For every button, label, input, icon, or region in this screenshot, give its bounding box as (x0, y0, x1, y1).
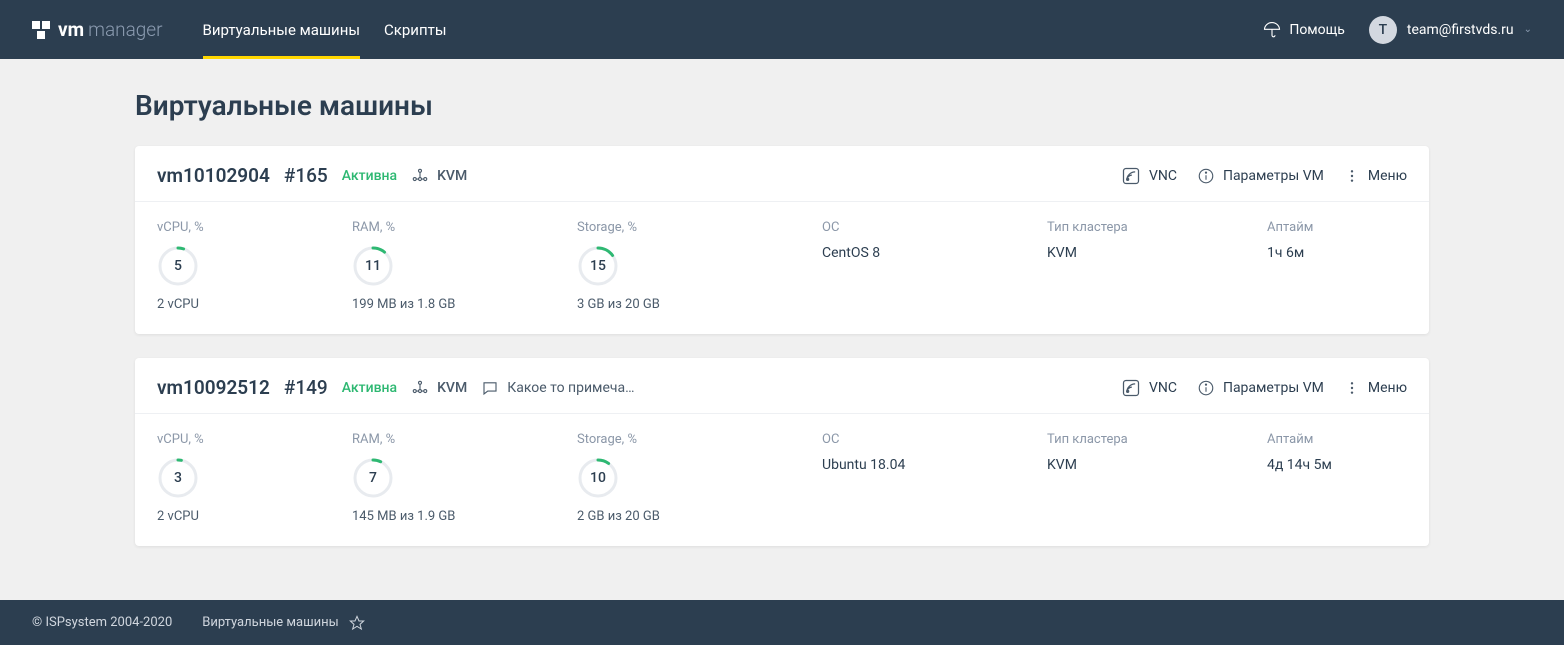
network-icon (411, 167, 429, 185)
virt-group: KVM (411, 379, 467, 397)
menu-button[interactable]: Меню (1344, 380, 1407, 396)
vcpu-gauge: 5 (157, 245, 199, 287)
tab-vms[interactable]: Виртуальные машины (203, 0, 360, 59)
metric-label: vCPU, % (157, 220, 352, 235)
main: Виртуальные машины vm10102904 #165 Актив… (0, 59, 1564, 600)
vm-name[interactable]: vm10092512 (157, 376, 270, 399)
vm-card-head: vm10092512 #149 Активна KVM Какое то при… (135, 358, 1429, 413)
metric-label: vCPU, % (157, 432, 352, 447)
metric-sub: 2 vCPU (157, 509, 352, 524)
metric-sub: 145 MB из 1.9 GB (352, 509, 577, 524)
dots-vertical-icon (1344, 380, 1360, 396)
cluster-value: KVM (1047, 457, 1267, 473)
note-text: Какое то примеча… (507, 380, 634, 396)
vm-card-head: vm10102904 #165 Активна KVM VNC (135, 146, 1429, 201)
params-button[interactable]: Параметры VM (1197, 167, 1324, 185)
footer-section-label: Виртуальные машины (202, 615, 338, 630)
vm-id: #165 (284, 164, 328, 187)
metric-label: Аптайм (1267, 432, 1407, 447)
status-badge: Активна (342, 168, 397, 184)
storage-gauge: 10 (577, 457, 619, 499)
status-badge: Активна (342, 380, 397, 396)
nav-tabs: Виртуальные машины Скрипты (203, 0, 447, 59)
vnc-label: VNC (1149, 380, 1177, 396)
menu-label: Меню (1368, 168, 1407, 184)
metric-label: Аптайм (1267, 220, 1407, 235)
metric-label: ОС (822, 432, 1047, 447)
dots-vertical-icon (1344, 168, 1360, 184)
vnc-label: VNC (1149, 168, 1177, 184)
params-button[interactable]: Параметры VM (1197, 379, 1324, 397)
metric-sub: 3 GB из 20 GB (577, 297, 822, 312)
info-icon (1197, 379, 1215, 397)
user-email: team@firstvds.ru (1407, 22, 1514, 38)
logo[interactable]: vmmanager (32, 18, 163, 41)
logo-icon (32, 21, 50, 39)
user-menu[interactable]: T team@firstvds.ru ⌄ (1369, 16, 1532, 44)
vm-id: #149 (284, 376, 328, 399)
help-label: Помощь (1289, 22, 1345, 38)
info-icon (1197, 167, 1215, 185)
params-label: Параметры VM (1223, 168, 1324, 184)
os-value: CentOS 8 (822, 245, 1047, 261)
metric-label: Storage, % (577, 220, 822, 235)
storage-gauge: 15 (577, 245, 619, 287)
metric-label: Тип кластера (1047, 432, 1267, 447)
ram-gauge: 11 (352, 245, 394, 287)
menu-label: Меню (1368, 380, 1407, 396)
metric-label: ОС (822, 220, 1047, 235)
tab-scripts[interactable]: Скрипты (384, 0, 446, 59)
virt-label: KVM (437, 168, 467, 184)
os-value: Ubuntu 18.04 (822, 457, 1047, 473)
vnc-button[interactable]: VNC (1121, 166, 1177, 186)
comment-icon (481, 379, 499, 397)
virt-label: KVM (437, 380, 467, 396)
vcpu-gauge: 3 (157, 457, 199, 499)
star-icon[interactable] (349, 615, 365, 631)
header: vmmanager Виртуальные машины Скрипты Пом… (0, 0, 1564, 59)
metric-sub: 2 vCPU (157, 297, 352, 312)
broadcast-icon (1121, 166, 1141, 186)
ram-gauge: 7 (352, 457, 394, 499)
metric-sub: 2 GB из 20 GB (577, 509, 822, 524)
umbrella-icon (1263, 21, 1281, 39)
chevron-down-icon: ⌄ (1524, 24, 1532, 35)
metric-sub: 199 MB из 1.8 GB (352, 297, 577, 312)
vm-card: vm10102904 #165 Активна KVM VNC (135, 146, 1429, 334)
copyright: © ISPsystem 2004-2020 (32, 615, 172, 630)
vm-card: vm10092512 #149 Активна KVM Какое то при… (135, 358, 1429, 546)
avatar: T (1369, 16, 1397, 44)
footer-section-link[interactable]: Виртуальные машины (202, 615, 364, 631)
vm-name[interactable]: vm10102904 (157, 164, 270, 187)
virt-group: KVM (411, 167, 467, 185)
cluster-value: KVM (1047, 245, 1267, 261)
broadcast-icon (1121, 378, 1141, 398)
metric-label: RAM, % (352, 220, 577, 235)
uptime-value: 4д 14ч 5м (1267, 457, 1407, 473)
footer: © ISPsystem 2004-2020 Виртуальные машины (0, 600, 1564, 645)
metric-label: RAM, % (352, 432, 577, 447)
page-title: Виртуальные машины (135, 89, 1429, 122)
metric-label: Тип кластера (1047, 220, 1267, 235)
uptime-value: 1ч 6м (1267, 245, 1407, 261)
params-label: Параметры VM (1223, 380, 1324, 396)
metric-label: Storage, % (577, 432, 822, 447)
menu-button[interactable]: Меню (1344, 168, 1407, 184)
network-icon (411, 379, 429, 397)
help-link[interactable]: Помощь (1263, 21, 1345, 39)
vnc-button[interactable]: VNC (1121, 378, 1177, 398)
note-group[interactable]: Какое то примеча… (481, 379, 634, 397)
